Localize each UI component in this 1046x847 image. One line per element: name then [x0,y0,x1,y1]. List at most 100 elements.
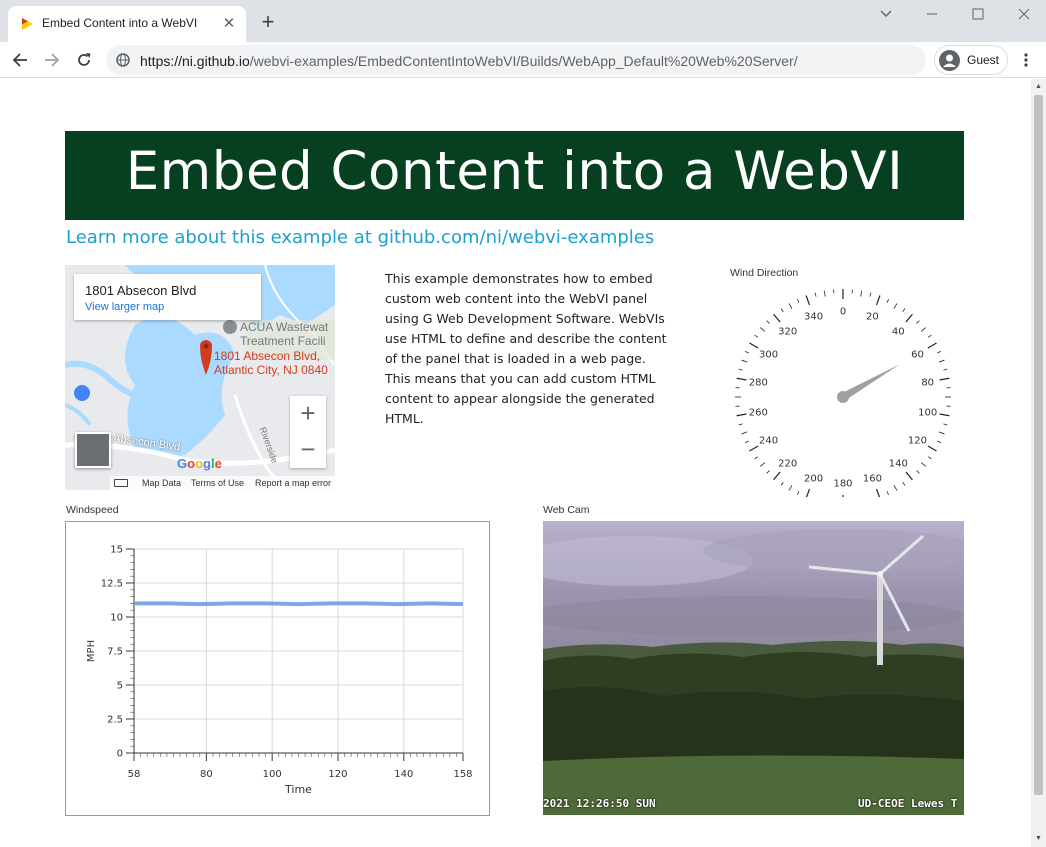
gauge-major-tick [736,377,747,381]
menu-icon[interactable] [1016,50,1036,70]
gauge-minor-tick [744,440,749,444]
view-larger-map-link[interactable]: View larger map [85,301,164,313]
gauge-minor-tick [886,298,890,303]
scroll-down-icon[interactable]: ▼ [1034,834,1043,843]
pin-label: 1801 Absecon Blvd, Atlantic City, NJ 084… [214,349,328,377]
gauge-minor-tick [796,491,800,496]
x-tick-label: 80 [200,769,213,780]
gauge-minor-tick [927,334,932,338]
gauge-minor-tick [937,350,942,354]
web-page: Embed Content into a WebVI Learn more ab… [0,79,1031,847]
gauge-minor-tick [902,481,906,486]
gauge-minor-tick [741,431,748,435]
title-banner: Embed Content into a WebVI [65,131,964,220]
gauge-tick-label: 300 [759,350,778,361]
gauge-minor-tick [920,327,926,332]
close-window-icon[interactable] [1010,3,1038,25]
gauge-minor-tick [788,485,793,491]
zoom-in-button[interactable]: + [290,396,326,432]
forward-icon[interactable] [40,48,64,72]
gauge-major-tick [749,342,759,349]
scroll-up-icon[interactable]: ▲ [1034,82,1043,91]
gauge-tick-label: 120 [908,436,927,447]
webcam-station-label: UD-CEOE Lewes T [858,797,958,810]
map-data-link[interactable]: Map Data [142,478,181,488]
description-text: This example demonstrates how to embed c… [385,271,667,426]
browser-window: Embed Content into a WebVI ✕ + https://n… [0,0,1046,847]
gauge-minor-tick [916,320,920,324]
gauge-minor-tick [886,491,890,496]
gauge-needle [841,364,901,401]
minimize-icon[interactable] [918,3,946,25]
gauge-minor-tick [869,292,872,297]
map-footer: Map Data Terms of Use Report a map error [110,476,335,490]
windspeed-label: Windspeed [66,504,119,516]
gauge-tick-label: 0 [840,307,846,318]
tab-title: Embed Content into a WebVI [42,16,198,30]
back-icon[interactable] [8,48,32,72]
gauge-major-tick [905,471,913,481]
gauge-major-tick [927,342,937,349]
report-map-error-link[interactable]: Report a map error [255,478,331,488]
browser-tab[interactable]: Embed Content into a WebVI ✕ [8,6,246,42]
webcam-image: 2021 12:26:50 SUN UD-CEOE Lewes T [543,521,964,815]
google-logo-letter: e [214,456,222,471]
browser-toolbar: https://ni.github.io/webvi-examples/Embe… [0,42,1046,78]
gauge-tick-label: 60 [911,350,924,361]
new-tab-button[interactable]: + [256,11,280,35]
gauge-minor-tick [796,298,800,303]
gauge-minor-tick [943,423,948,426]
gauge-minor-tick [938,431,945,435]
google-logo-letter: g [203,456,211,471]
tab-close-icon[interactable]: ✕ [220,15,238,33]
gauge-minor-tick [927,456,932,460]
keyboard-shortcuts-icon[interactable] [114,479,128,487]
gauge-tick-label: 180 [833,479,852,490]
gauge-minor-tick [780,481,784,486]
gauge-minor-tick [916,470,920,474]
learn-more-link[interactable]: Learn more about this example at github.… [66,227,654,248]
maximize-icon[interactable] [964,3,992,25]
profile-button[interactable]: Guest [934,45,1008,75]
x-tick-label: 58 [128,769,141,780]
gauge-major-tick [736,413,747,417]
profile-name: Guest [967,53,1000,67]
pin-label-line1: 1801 Absecon Blvd, [214,349,321,363]
labview-favicon-icon [22,18,33,30]
page-scrollbar[interactable]: ▲ ▼ [1031,79,1046,847]
poi-label-line1: ACUA Wastewat [240,320,329,334]
zoom-out-button[interactable]: − [290,432,326,468]
gauge-minor-tick [760,462,766,467]
gauge-minor-tick [754,456,759,460]
google-logo-letter: G [177,456,188,471]
gauge-major-tick [927,445,937,452]
windspeed-chart: 0 2.5 5 7.5 10 12.5 15 58 80 100 120 140 158 Time MPH [86,545,473,797]
pin-label-line2: Atlantic City, NJ 0840 [214,363,328,377]
gauge-major-tick [805,295,811,306]
map-zoom-control: + − [290,396,326,468]
gauge-minor-tick [744,350,749,354]
gauge-minor-tick [938,359,945,363]
gauge-tick-label: 100 [918,407,937,418]
google-logo-letter: o [195,456,204,471]
reload-icon[interactable] [72,48,96,72]
gauge-minor-tick [738,423,743,426]
gauge-minor-tick [860,290,863,297]
scrollbar-thumb[interactable] [1034,95,1043,795]
windspeed-chart-frame: 0 2.5 5 7.5 10 12.5 15 58 80 100 120 140 158 Time MPH [65,521,490,816]
google-logo: Google [177,456,222,471]
terms-of-use-link[interactable]: Terms of Use [191,478,244,488]
street-view-thumbnail[interactable] [75,432,111,468]
x-axis-label: Time [284,783,312,796]
site-info-icon[interactable] [116,53,130,67]
tab-strip: Embed Content into a WebVI ✕ + [0,0,1046,42]
y-tick-label: 5 [117,681,123,692]
wind-direction-label: Wind Direction [730,267,799,279]
page-title: Embed Content into a WebVI [125,141,904,202]
address-bar[interactable]: https://ni.github.io/webvi-examples/Embe… [106,45,926,75]
embedded-map[interactable]: 1801 Absecon Blvd View larger map ACUA W… [65,265,335,490]
profile-icon [939,50,960,71]
tab-search-icon[interactable] [872,3,900,25]
x-tick-label: 140 [394,769,413,780]
gauge-minor-tick [893,303,898,309]
